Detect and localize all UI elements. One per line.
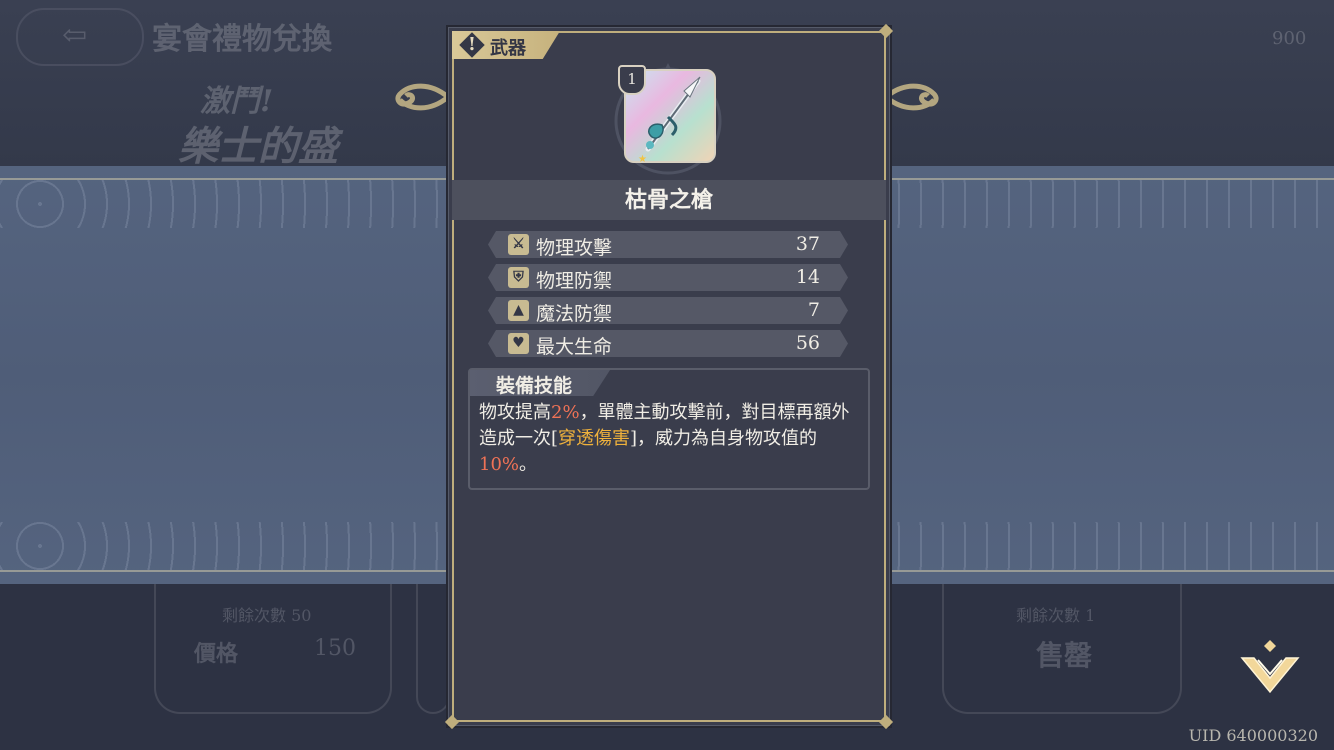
right-card-remaining: 剩餘次數 1 [1016, 606, 1096, 625]
item-rank-badge: 1 [618, 65, 646, 95]
remaining-count: 剩餘次數 50 [222, 606, 312, 625]
left-ornament-icon [395, 83, 450, 111]
skill-text-part: 物攻提高 [479, 402, 551, 423]
stat-label: 魔法防禦 [536, 303, 613, 325]
collapse-chevron-icon[interactable] [1238, 640, 1302, 698]
item-name-bar: 枯骨之槍 [452, 180, 886, 220]
item-name: 枯骨之槍 [624, 187, 713, 213]
wizard-hat-icon: ▲ [508, 300, 529, 321]
weapon-category-icon: ! [468, 34, 476, 55]
skill-description: 物攻提高2%，單體主動攻擊前，對目標再額外造成一次[穿透傷害]，威力為自身物攻值… [479, 400, 863, 478]
price-label: 價格 [194, 641, 239, 667]
stat-label: 物理防禦 [536, 270, 613, 292]
back-button[interactable]: ⇦ [16, 8, 144, 66]
stat-row: ▲ 魔法防禦 7 [488, 297, 848, 325]
stat-label: 最大生命 [536, 336, 613, 358]
rarity-star-icon: ★ [638, 154, 647, 165]
skill-highlight-value: 10% [479, 454, 520, 475]
sword-icon: ⚔ [508, 234, 529, 255]
skill-text-part: ]，威力為自身物攻值的 [630, 428, 818, 449]
stat-row: ♥ 最大生命 56 [488, 330, 848, 358]
back-arrow-icon: ⇦ [62, 18, 88, 53]
skill-text-part: 。 [519, 454, 538, 475]
shop-card-right[interactable]: 剩餘次數 1 售罄 [942, 584, 1182, 714]
skill-highlight-keyword: 穿透傷害 [558, 428, 631, 449]
stat-value: 14 [795, 266, 820, 288]
skill-highlight-value: 2% [551, 402, 580, 423]
skill-title: 裝備技能 [496, 375, 573, 397]
stat-value: 7 [807, 299, 820, 321]
shop-card-left[interactable]: 剩餘次數 50 價格 150 [154, 584, 392, 714]
stat-row: ⚔ 物理攻擊 37 [488, 231, 848, 259]
stat-row: ⛨ 物理防禦 14 [488, 264, 848, 292]
equipment-skill-box: 裝備技能 物攻提高2%，單體主動攻擊前，對目標再額外造成一次[穿透傷害]，威力為… [468, 368, 870, 490]
shop-card-middle[interactable] [416, 584, 450, 714]
right-ornament-icon [884, 83, 939, 111]
price-value: 150 [314, 636, 356, 661]
heart-icon: ♥ [508, 333, 529, 354]
uid-label: UID 640000320 [1188, 726, 1318, 745]
category-label: 武器 [490, 38, 526, 59]
stat-value: 37 [795, 233, 820, 255]
category-tag: ! 武器 [452, 31, 560, 59]
item-detail-panel: ! 武器 1 ★ 枯骨之槍 ⚔ 物理攻擊 37 ⛨ 物理防禦 14 ▲ 魔法防禦… [444, 23, 894, 730]
event-banner-line2: 樂士的盛 [178, 123, 338, 170]
currency-value: 900 [1272, 28, 1307, 49]
stat-label: 物理攻擊 [536, 237, 613, 259]
shield-icon: ⛨ [508, 267, 529, 288]
screen-title: 宴會禮物兌換 [152, 22, 332, 57]
sold-out-label: 售罄 [1036, 639, 1093, 672]
stat-value: 56 [795, 332, 820, 354]
